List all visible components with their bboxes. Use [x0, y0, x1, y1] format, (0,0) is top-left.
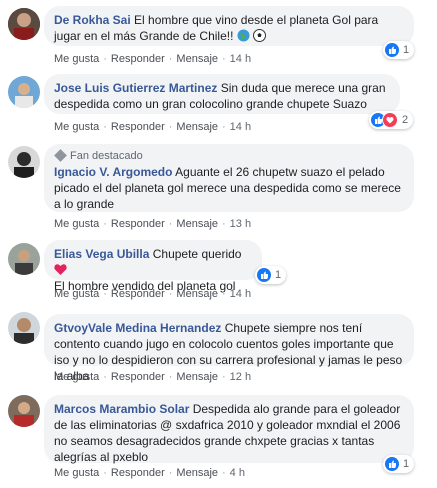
comment-bubble: GtvoyVale Medina Hernandez Chupete siemp… [44, 314, 414, 383]
comment-actions: Me gusta · Responder · Mensaje · 13 h [54, 218, 252, 230]
reply-link[interactable]: Responder [111, 53, 165, 65]
reaction-count: 1 [403, 458, 410, 470]
comment-actions: Me gusta · Responder · Mensaje · 14 h [54, 288, 252, 300]
reaction-summary[interactable]: 1 [383, 455, 415, 473]
message-link[interactable]: Mensaje [176, 467, 218, 479]
timestamp[interactable]: 4 h [230, 467, 245, 479]
like-link[interactable]: Me gusta [54, 371, 99, 383]
comment-actions: Me gusta · Responder · Mensaje · 4 h [54, 467, 245, 479]
comment-author[interactable]: Elias Vega Ubilla [54, 247, 149, 261]
reaction-count: 1 [275, 269, 282, 281]
comment-author[interactable]: GtvoyVale Medina Hernandez [54, 321, 221, 335]
avatar[interactable] [8, 146, 40, 178]
comment-text: Chupete querido [152, 247, 242, 261]
reply-link[interactable]: Responder [111, 288, 165, 300]
comment-author[interactable]: Marcos Marambio Solar [54, 402, 189, 416]
diamond-icon [54, 149, 67, 162]
like-link[interactable]: Me gusta [54, 218, 99, 230]
timestamp[interactable]: 14 h [230, 288, 251, 300]
comment-bubble: Elias Vega Ubilla Chupete querido El hom… [44, 240, 262, 293]
comment-author[interactable]: Ignacio V. Argomedo [54, 165, 172, 179]
like-link[interactable]: Me gusta [54, 53, 99, 65]
message-link[interactable]: Mensaje [176, 218, 218, 230]
reply-link[interactable]: Responder [111, 371, 165, 383]
red-heart-icon [54, 263, 67, 276]
top-fan-badge: Fan destacado [54, 149, 404, 163]
timestamp[interactable]: 12 h [230, 371, 251, 383]
message-link[interactable]: Mensaje [176, 53, 218, 65]
comment-bubble: Jose Luis Gutierrez Martinez Sin duda qu… [44, 74, 400, 114]
like-link[interactable]: Me gusta [54, 467, 99, 479]
timestamp[interactable]: 13 h [230, 218, 251, 230]
comment-actions: Me gusta · Responder · Mensaje · 12 h [54, 371, 252, 383]
reply-link[interactable]: Responder [111, 218, 165, 230]
reaction-count: 2 [402, 114, 409, 126]
message-link[interactable]: Mensaje [176, 121, 218, 133]
comment-author[interactable]: Jose Luis Gutierrez Martinez [54, 81, 217, 95]
reply-link[interactable]: Responder [111, 467, 165, 479]
comment-bubble: Marcos Marambio Solar Despedida alo gran… [44, 395, 414, 464]
reaction-count: 1 [403, 44, 410, 56]
message-link[interactable]: Mensaje [176, 288, 218, 300]
avatar[interactable] [8, 395, 40, 427]
love-icon [382, 112, 398, 128]
soccer-ball-icon [253, 29, 267, 42]
like-link[interactable]: Me gusta [54, 288, 99, 300]
globe-icon [237, 29, 250, 42]
message-link[interactable]: Mensaje [176, 371, 218, 383]
like-icon [385, 43, 399, 57]
avatar[interactable] [8, 8, 40, 40]
comment-actions: Me gusta · Responder · Mensaje · 14 h [54, 53, 252, 65]
timestamp[interactable]: 14 h [230, 121, 251, 133]
like-link[interactable]: Me gusta [54, 121, 99, 133]
comment-bubble: Fan destacado Ignacio V. Argomedo Aguant… [44, 144, 414, 212]
reaction-summary[interactable]: 2 [369, 111, 414, 129]
avatar[interactable] [8, 243, 40, 275]
comment-author[interactable]: De Rokha Sai [54, 13, 131, 27]
comment-bubble: De Rokha Sai El hombre que vino desde el… [44, 6, 414, 46]
reaction-summary[interactable]: 1 [383, 41, 415, 59]
reply-link[interactable]: Responder [111, 121, 165, 133]
timestamp[interactable]: 14 h [230, 53, 251, 65]
reaction-summary[interactable]: 1 [255, 266, 287, 284]
avatar[interactable] [8, 76, 40, 108]
comment-actions: Me gusta · Responder · Mensaje · 14 h [54, 121, 252, 133]
like-icon [257, 268, 271, 282]
like-icon [385, 457, 399, 471]
avatar[interactable] [8, 312, 40, 344]
